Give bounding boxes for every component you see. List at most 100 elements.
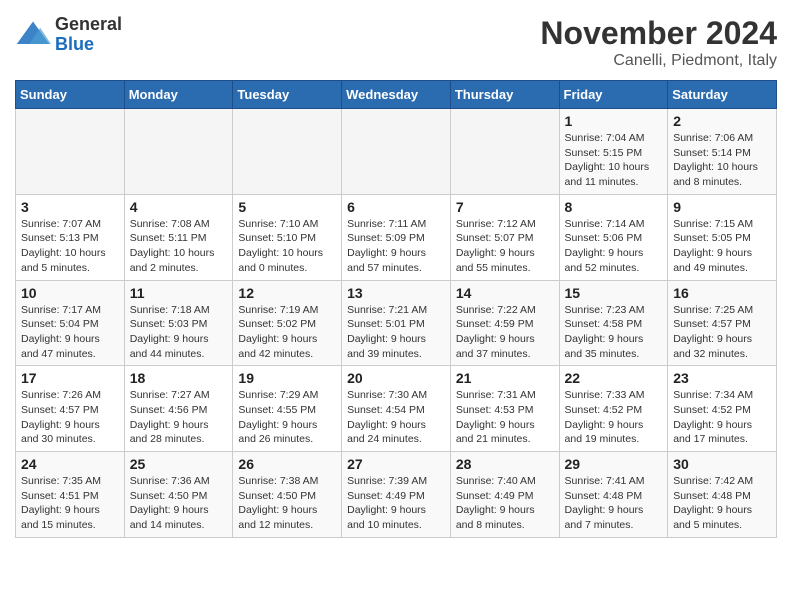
day-number: 30 bbox=[673, 456, 771, 472]
day-number: 22 bbox=[565, 370, 663, 386]
calendar-cell: 2Sunrise: 7:06 AM Sunset: 5:14 PM Daylig… bbox=[668, 109, 777, 195]
calendar-cell: 17 Sunrise: 7:26 AM Sunset: 4:57 PM Dayli… bbox=[16, 366, 125, 452]
calendar-body: 1 Sunrise: 7:04 AM Sunset: 5:15 PM Daylig… bbox=[16, 109, 777, 538]
calendar-cell: 21Sunrise: 7:31 AM Sunset: 4:53 PM Dayli… bbox=[450, 366, 559, 452]
calendar-cell: 11 Sunrise: 7:18 AM Sunset: 5:03 PM Dayli… bbox=[124, 280, 233, 366]
week-row-2: 3 Sunrise: 7:07 AM Sunset: 5:13 PM Daylig… bbox=[16, 194, 777, 280]
day-info: Sunrise: 7:27 AM Sunset: 4:56 PM Dayligh… bbox=[130, 388, 228, 447]
calendar-cell: 27 Sunrise: 7:39 AM Sunset: 4:49 PM Dayli… bbox=[342, 452, 451, 538]
calendar-cell: 13 Sunrise: 7:21 AM Sunset: 5:01 PM Dayli… bbox=[342, 280, 451, 366]
calendar-cell bbox=[124, 109, 233, 195]
calendar-cell: 24 Sunrise: 7:35 AM Sunset: 4:51 PM Dayli… bbox=[16, 452, 125, 538]
calendar-cell: 28Sunrise: 7:40 AM Sunset: 4:49 PM Dayli… bbox=[450, 452, 559, 538]
calendar-cell: 29 Sunrise: 7:41 AM Sunset: 4:48 PM Dayli… bbox=[559, 452, 668, 538]
day-number: 13 bbox=[347, 285, 445, 301]
calendar-header: SundayMondayTuesdayWednesdayThursdayFrid… bbox=[16, 81, 777, 109]
day-number: 16 bbox=[673, 285, 771, 301]
day-number: 2 bbox=[673, 113, 771, 129]
day-number: 12 bbox=[238, 285, 336, 301]
calendar-cell: 16 Sunrise: 7:25 AM Sunset: 4:57 PM Dayli… bbox=[668, 280, 777, 366]
day-number: 10 bbox=[21, 285, 119, 301]
day-number: 17 bbox=[21, 370, 119, 386]
calendar-cell: 14 Sunrise: 7:22 AM Sunset: 4:59 PM Dayli… bbox=[450, 280, 559, 366]
day-number: 1 bbox=[565, 113, 663, 129]
calendar-cell bbox=[342, 109, 451, 195]
calendar-cell: 15 Sunrise: 7:23 AM Sunset: 4:58 PM Dayli… bbox=[559, 280, 668, 366]
day-info: Sunrise: 7:10 AM Sunset: 5:10 PM Dayligh… bbox=[238, 217, 336, 276]
day-info: Sunrise: 7:41 AM Sunset: 4:48 PM Dayligh… bbox=[565, 474, 663, 533]
day-number: 29 bbox=[565, 456, 663, 472]
day-info: Sunrise: 7:15 AM Sunset: 5:05 PM Dayligh… bbox=[673, 217, 771, 276]
day-info: Sunrise: 7:23 AM Sunset: 4:58 PM Dayligh… bbox=[565, 303, 663, 362]
weekday-header-sunday: Sunday bbox=[16, 81, 125, 109]
day-number: 9 bbox=[673, 199, 771, 215]
calendar-cell: 30 Sunrise: 7:42 AM Sunset: 4:48 PM Dayli… bbox=[668, 452, 777, 538]
day-info: Sunrise: 7:30 AM Sunset: 4:54 PM Dayligh… bbox=[347, 388, 445, 447]
calendar-cell: 12Sunrise: 7:19 AM Sunset: 5:02 PM Dayli… bbox=[233, 280, 342, 366]
week-row-5: 24 Sunrise: 7:35 AM Sunset: 4:51 PM Dayli… bbox=[16, 452, 777, 538]
calendar-cell bbox=[233, 109, 342, 195]
calendar-cell: 22Sunrise: 7:33 AM Sunset: 4:52 PM Dayli… bbox=[559, 366, 668, 452]
calendar-cell: 5 Sunrise: 7:10 AM Sunset: 5:10 PM Daylig… bbox=[233, 194, 342, 280]
day-number: 5 bbox=[238, 199, 336, 215]
day-number: 6 bbox=[347, 199, 445, 215]
day-number: 14 bbox=[456, 285, 554, 301]
week-row-1: 1 Sunrise: 7:04 AM Sunset: 5:15 PM Daylig… bbox=[16, 109, 777, 195]
calendar-cell: 1 Sunrise: 7:04 AM Sunset: 5:15 PM Daylig… bbox=[559, 109, 668, 195]
day-info: Sunrise: 7:31 AM Sunset: 4:53 PM Dayligh… bbox=[456, 388, 554, 447]
calendar-cell: 20 Sunrise: 7:30 AM Sunset: 4:54 PM Dayli… bbox=[342, 366, 451, 452]
day-number: 26 bbox=[238, 456, 336, 472]
calendar-cell: 7 Sunrise: 7:12 AM Sunset: 5:07 PM Daylig… bbox=[450, 194, 559, 280]
day-number: 23 bbox=[673, 370, 771, 386]
day-info: Sunrise: 7:34 AM Sunset: 4:52 PM Dayligh… bbox=[673, 388, 771, 447]
week-row-4: 17 Sunrise: 7:26 AM Sunset: 4:57 PM Dayli… bbox=[16, 366, 777, 452]
day-info: Sunrise: 7:36 AM Sunset: 4:50 PM Dayligh… bbox=[130, 474, 228, 533]
title-section: November 2024 Canelli, Piedmont, Italy bbox=[540, 15, 777, 70]
day-info: Sunrise: 7:18 AM Sunset: 5:03 PM Dayligh… bbox=[130, 303, 228, 362]
day-info: Sunrise: 7:04 AM Sunset: 5:15 PM Dayligh… bbox=[565, 131, 663, 190]
day-info: Sunrise: 7:39 AM Sunset: 4:49 PM Dayligh… bbox=[347, 474, 445, 533]
calendar-cell: 10 Sunrise: 7:17 AM Sunset: 5:04 PM Dayli… bbox=[16, 280, 125, 366]
calendar-cell bbox=[450, 109, 559, 195]
day-number: 3 bbox=[21, 199, 119, 215]
week-row-3: 10 Sunrise: 7:17 AM Sunset: 5:04 PM Dayli… bbox=[16, 280, 777, 366]
calendar-cell: 25 Sunrise: 7:36 AM Sunset: 4:50 PM Dayli… bbox=[124, 452, 233, 538]
day-info: Sunrise: 7:25 AM Sunset: 4:57 PM Dayligh… bbox=[673, 303, 771, 362]
weekday-header-tuesday: Tuesday bbox=[233, 81, 342, 109]
day-number: 7 bbox=[456, 199, 554, 215]
day-info: Sunrise: 7:42 AM Sunset: 4:48 PM Dayligh… bbox=[673, 474, 771, 533]
day-info: Sunrise: 7:12 AM Sunset: 5:07 PM Dayligh… bbox=[456, 217, 554, 276]
day-number: 24 bbox=[21, 456, 119, 472]
day-number: 15 bbox=[565, 285, 663, 301]
day-info: Sunrise: 7:40 AM Sunset: 4:49 PM Dayligh… bbox=[456, 474, 554, 533]
day-number: 19 bbox=[238, 370, 336, 386]
weekday-header-wednesday: Wednesday bbox=[342, 81, 451, 109]
day-number: 11 bbox=[130, 285, 228, 301]
calendar-cell: 23 Sunrise: 7:34 AM Sunset: 4:52 PM Dayli… bbox=[668, 366, 777, 452]
weekday-header-friday: Friday bbox=[559, 81, 668, 109]
day-info: Sunrise: 7:21 AM Sunset: 5:01 PM Dayligh… bbox=[347, 303, 445, 362]
day-number: 4 bbox=[130, 199, 228, 215]
day-info: Sunrise: 7:38 AM Sunset: 4:50 PM Dayligh… bbox=[238, 474, 336, 533]
calendar-cell: 19 Sunrise: 7:29 AM Sunset: 4:55 PM Dayli… bbox=[233, 366, 342, 452]
calendar-cell: 6Sunrise: 7:11 AM Sunset: 5:09 PM Daylig… bbox=[342, 194, 451, 280]
day-info: Sunrise: 7:26 AM Sunset: 4:57 PM Dayligh… bbox=[21, 388, 119, 447]
day-number: 27 bbox=[347, 456, 445, 472]
day-number: 18 bbox=[130, 370, 228, 386]
location: Canelli, Piedmont, Italy bbox=[540, 52, 777, 70]
calendar-cell: 3 Sunrise: 7:07 AM Sunset: 5:13 PM Daylig… bbox=[16, 194, 125, 280]
logo: General Blue bbox=[15, 15, 122, 55]
day-info: Sunrise: 7:22 AM Sunset: 4:59 PM Dayligh… bbox=[456, 303, 554, 362]
day-info: Sunrise: 7:14 AM Sunset: 5:06 PM Dayligh… bbox=[565, 217, 663, 276]
day-info: Sunrise: 7:17 AM Sunset: 5:04 PM Dayligh… bbox=[21, 303, 119, 362]
day-info: Sunrise: 7:07 AM Sunset: 5:13 PM Dayligh… bbox=[21, 217, 119, 276]
calendar-cell: 8Sunrise: 7:14 AM Sunset: 5:06 PM Daylig… bbox=[559, 194, 668, 280]
day-number: 25 bbox=[130, 456, 228, 472]
day-info: Sunrise: 7:35 AM Sunset: 4:51 PM Dayligh… bbox=[21, 474, 119, 533]
day-number: 20 bbox=[347, 370, 445, 386]
page-header: General Blue November 2024 Canelli, Pied… bbox=[15, 15, 777, 70]
calendar-cell: 4Sunrise: 7:08 AM Sunset: 5:11 PM Daylig… bbox=[124, 194, 233, 280]
weekday-header-saturday: Saturday bbox=[668, 81, 777, 109]
logo-icon bbox=[15, 17, 51, 53]
day-info: Sunrise: 7:29 AM Sunset: 4:55 PM Dayligh… bbox=[238, 388, 336, 447]
